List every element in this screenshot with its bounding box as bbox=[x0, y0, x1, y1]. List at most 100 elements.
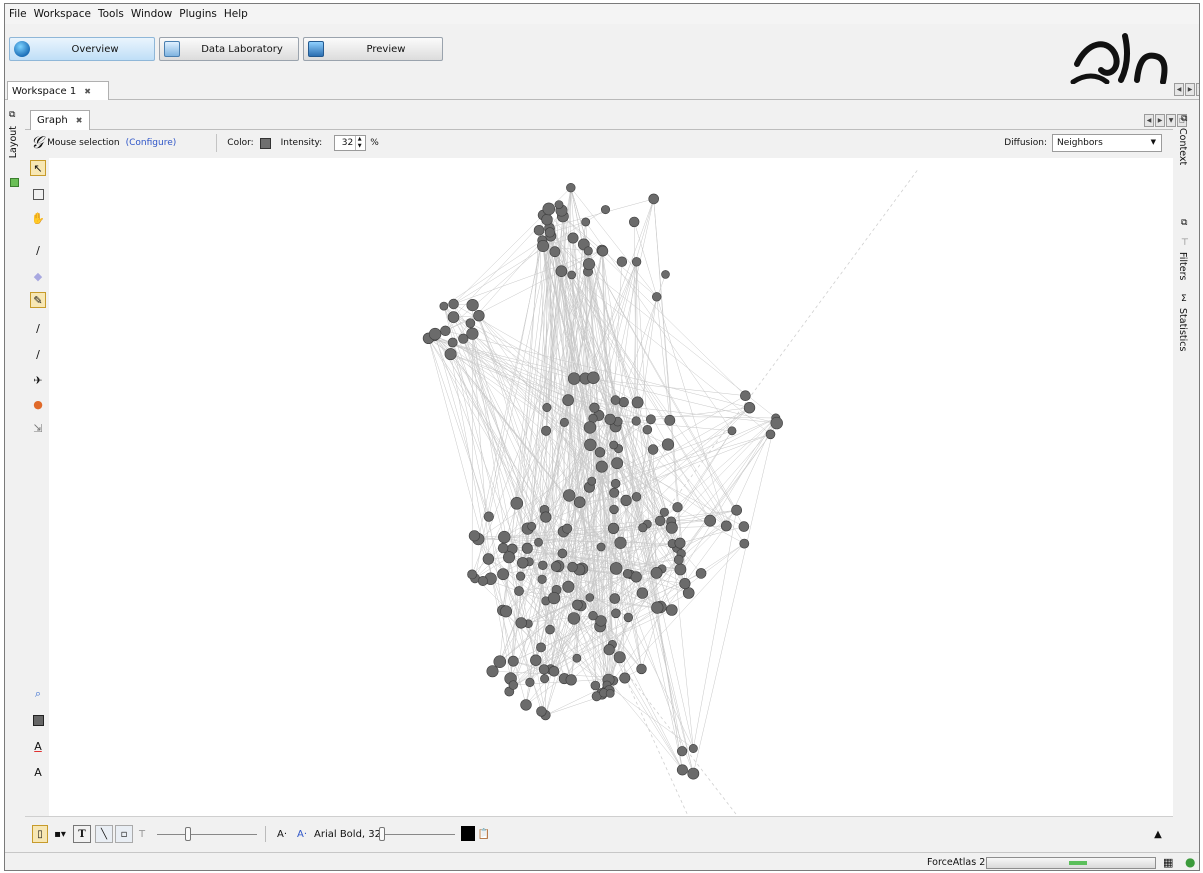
chevron-down-icon[interactable]: ▼ bbox=[1196, 83, 1199, 96]
graph-node[interactable] bbox=[647, 444, 659, 455]
graph-node[interactable] bbox=[486, 665, 499, 678]
graph-node[interactable] bbox=[642, 425, 653, 435]
graph-node[interactable] bbox=[588, 611, 598, 621]
graph-node[interactable] bbox=[447, 311, 460, 323]
graph-node[interactable] bbox=[614, 536, 627, 549]
graph-node[interactable] bbox=[619, 672, 631, 684]
graph-node[interactable] bbox=[674, 537, 686, 549]
graph-node[interactable] bbox=[466, 327, 479, 340]
graph-node[interactable] bbox=[589, 402, 600, 413]
scroll-right-icon[interactable]: ▶ bbox=[1155, 114, 1165, 127]
graph-node[interactable] bbox=[672, 502, 683, 513]
graph-node[interactable] bbox=[567, 372, 581, 385]
overview-button[interactable]: Overview bbox=[9, 37, 155, 61]
graph-node[interactable] bbox=[676, 764, 688, 776]
graph-node[interactable] bbox=[603, 644, 615, 656]
graph-node[interactable] bbox=[616, 256, 628, 267]
label-color-icon[interactable]: A bbox=[30, 738, 46, 754]
graph-node[interactable] bbox=[554, 200, 564, 209]
graph-node[interactable] bbox=[573, 496, 586, 509]
graph-node[interactable] bbox=[609, 562, 623, 575]
menu-workspace[interactable]: Workspace bbox=[34, 8, 91, 20]
graph-node[interactable] bbox=[646, 414, 656, 425]
graph-node[interactable] bbox=[739, 538, 750, 549]
graph-node[interactable] bbox=[695, 568, 707, 579]
font-label[interactable]: Arial Bold, 32 bbox=[314, 829, 381, 840]
graph-node[interactable] bbox=[687, 767, 700, 780]
graph-node[interactable] bbox=[679, 578, 691, 590]
graph-node[interactable] bbox=[536, 642, 546, 653]
workspace-tab[interactable]: Workspace 1 ✖ bbox=[7, 81, 109, 100]
graph-tab[interactable]: Graph ✖ bbox=[30, 110, 90, 130]
graph-node[interactable] bbox=[587, 371, 600, 384]
graph-node[interactable] bbox=[609, 487, 620, 498]
graph-node[interactable] bbox=[572, 653, 582, 663]
graph-node[interactable] bbox=[428, 327, 442, 341]
font-size-slider[interactable] bbox=[383, 834, 455, 835]
font-increase-icon[interactable]: A· bbox=[295, 825, 309, 843]
filters-panel-tab[interactable]: Filters bbox=[1177, 252, 1188, 280]
slider-thumb[interactable] bbox=[379, 827, 385, 841]
menu-tools[interactable]: Tools bbox=[98, 8, 124, 20]
graph-node[interactable] bbox=[587, 476, 597, 486]
painter-brush-icon[interactable]: ∕ bbox=[30, 242, 46, 258]
graph-node[interactable] bbox=[665, 604, 678, 616]
graph-node[interactable] bbox=[542, 202, 556, 216]
graph-node[interactable] bbox=[515, 617, 527, 629]
graph-node[interactable] bbox=[585, 593, 595, 602]
graph-node[interactable] bbox=[521, 542, 533, 554]
graph-node[interactable] bbox=[544, 227, 556, 238]
scroll-left-icon[interactable]: ◀ bbox=[1174, 83, 1184, 96]
graph-node[interactable] bbox=[582, 258, 595, 271]
graph-node[interactable] bbox=[770, 416, 783, 430]
diamond-icon[interactable]: ◆ bbox=[30, 268, 46, 284]
background-color-icon[interactable] bbox=[30, 712, 46, 728]
edge-line-icon[interactable]: ╲ bbox=[95, 825, 113, 843]
font-size-icon[interactable]: T bbox=[135, 825, 149, 843]
graph-node[interactable] bbox=[534, 537, 543, 547]
graph-node[interactable] bbox=[497, 542, 509, 554]
data-laboratory-button[interactable]: Data Laboratory bbox=[159, 37, 299, 61]
graph-node[interactable] bbox=[610, 395, 621, 405]
graph-node[interactable] bbox=[648, 193, 660, 205]
graph-node[interactable] bbox=[572, 599, 583, 611]
graph-node[interactable] bbox=[584, 438, 597, 451]
graph-node[interactable] bbox=[466, 299, 479, 312]
graph-node[interactable] bbox=[562, 489, 576, 502]
graph-node[interactable] bbox=[550, 561, 562, 572]
graph-node[interactable] bbox=[665, 521, 678, 534]
drag-hand-icon[interactable]: ✋ bbox=[30, 210, 46, 226]
graph-node[interactable] bbox=[688, 743, 698, 753]
graph-node[interactable] bbox=[636, 587, 649, 599]
graph-node[interactable] bbox=[516, 571, 526, 581]
graph-node[interactable] bbox=[537, 574, 547, 584]
graph-node[interactable] bbox=[525, 677, 535, 688]
graph-node[interactable] bbox=[465, 318, 476, 328]
graph-node[interactable] bbox=[743, 402, 756, 414]
graph-node[interactable] bbox=[613, 651, 626, 664]
graph-node[interactable] bbox=[664, 414, 676, 426]
graph-node[interactable] bbox=[650, 566, 663, 579]
close-icon[interactable]: ✖ bbox=[84, 87, 91, 96]
label-size-icon[interactable]: A bbox=[30, 764, 46, 780]
scroll-right-icon[interactable]: ▶ bbox=[1185, 83, 1195, 96]
graph-node[interactable] bbox=[622, 569, 633, 579]
label-color-swatch[interactable] bbox=[461, 826, 475, 841]
graph-node[interactable] bbox=[631, 416, 641, 426]
graph-node[interactable] bbox=[605, 689, 615, 698]
graph-node[interactable] bbox=[628, 216, 640, 228]
graph-node[interactable] bbox=[765, 429, 776, 440]
graph-node[interactable] bbox=[540, 674, 550, 684]
graph-node[interactable] bbox=[631, 257, 642, 267]
graph-node[interactable] bbox=[596, 542, 606, 552]
graph-node[interactable] bbox=[548, 665, 560, 677]
heat-map-icon[interactable]: ● bbox=[30, 396, 46, 412]
graph-node[interactable] bbox=[477, 575, 488, 586]
restore-icon[interactable]: ⧉ bbox=[1181, 218, 1187, 228]
graph-node[interactable] bbox=[537, 240, 550, 253]
graph-node[interactable] bbox=[482, 553, 495, 565]
graph-node[interactable] bbox=[611, 457, 623, 470]
graph-node[interactable] bbox=[545, 624, 555, 635]
graph-node[interactable] bbox=[536, 706, 547, 717]
graph-node[interactable] bbox=[600, 205, 610, 215]
